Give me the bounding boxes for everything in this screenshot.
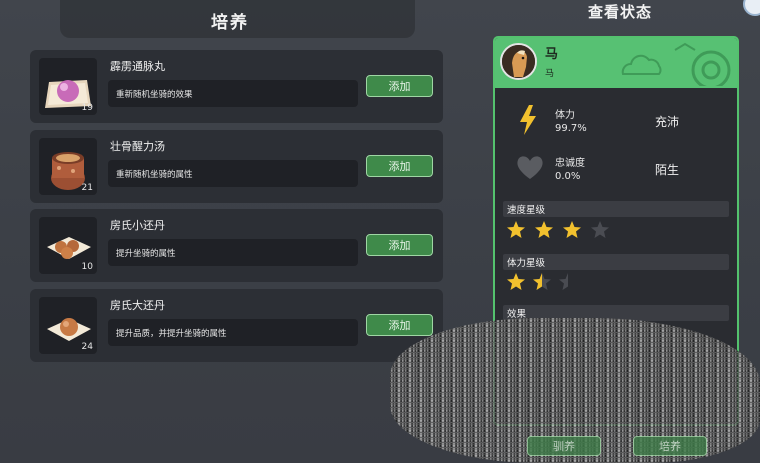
item-count: 19	[81, 103, 93, 113]
item-icon-box[interactable]: 10	[39, 217, 97, 274]
card-header: 马 马	[495, 38, 737, 88]
add-button[interactable]: 添加	[366, 155, 433, 177]
loyalty-value: 0.0%	[555, 171, 581, 182]
star-icon	[507, 221, 525, 238]
star-icon	[507, 273, 525, 290]
star-icon	[563, 221, 581, 238]
item-count: 21	[81, 183, 93, 193]
half-star-icon	[533, 273, 542, 290]
stamina-star-rating	[507, 273, 568, 290]
speed-star-rating	[507, 221, 609, 238]
item-icon-box[interactable]: 19	[39, 58, 97, 115]
stamina-stars-bar: 体力星级	[503, 254, 729, 270]
item-icon-box[interactable]: 24	[39, 297, 97, 354]
stamina-stars-label: 体力星级	[507, 258, 546, 269]
horse-type: 马	[545, 69, 555, 79]
item-desc-box: 重新随机坐骑的属性	[108, 160, 358, 187]
horse-avatar	[500, 43, 537, 80]
item-name: 房氏大还丹	[110, 299, 165, 312]
star-icon	[535, 221, 553, 238]
cloud-gear-decoration	[621, 42, 731, 86]
half-star-outline-icon	[559, 273, 568, 290]
loyalty-state: 陌生	[655, 163, 680, 177]
item-name: 霹雳通脉丸	[110, 60, 165, 73]
loyalty-label: 忠诚度	[555, 158, 585, 169]
horse-head-icon	[502, 45, 535, 78]
horse-name: 马	[545, 47, 559, 62]
speed-stars-bar: 速度星级	[503, 201, 729, 217]
item-row: 24 房氏大还丹 提升品质，并提升坐骑的属性 添加	[30, 289, 443, 362]
item-desc: 提升品质，并提升坐骑的属性	[116, 329, 227, 339]
item-desc-box: 提升坐骑的属性	[108, 239, 358, 266]
item-desc-box: 提升品质，并提升坐骑的属性	[108, 319, 358, 346]
item-name: 房氏小还丹	[110, 219, 165, 232]
item-desc: 重新随机坐骑的属性	[116, 170, 193, 180]
stamina-state: 充沛	[655, 115, 680, 129]
add-button[interactable]: 添加	[366, 314, 433, 336]
speed-stars-label: 速度星级	[507, 205, 546, 216]
item-count: 24	[81, 342, 93, 352]
item-name: 壮骨醒力汤	[110, 140, 165, 153]
cultivate-title: 培养	[211, 13, 249, 33]
stamina-value: 99.7%	[555, 123, 587, 134]
item-icon-box[interactable]: 21	[39, 138, 97, 195]
item-desc: 提升坐骑的属性	[116, 249, 176, 259]
stamina-label: 体力	[555, 110, 575, 121]
heart-icon	[517, 156, 543, 179]
cultivate-button[interactable]: 培养	[633, 436, 707, 456]
item-desc: 重新随机坐骑的效果	[116, 90, 193, 100]
item-desc-box: 重新随机坐骑的效果	[108, 80, 358, 107]
add-button[interactable]: 添加	[366, 234, 433, 256]
lightning-icon	[520, 105, 536, 135]
item-count: 10	[81, 262, 93, 272]
item-row: 19 霹雳通脉丸 重新随机坐骑的效果 添加	[30, 50, 443, 123]
half-star-outline-icon	[542, 273, 551, 290]
tame-button[interactable]: 驯养	[527, 436, 601, 456]
item-row: 10 房氏小还丹 提升坐骑的属性 添加	[30, 209, 443, 282]
star-icon	[591, 221, 609, 238]
status-title: 查看状态	[587, 3, 652, 21]
item-row: 21 壮骨醒力汤 重新随机坐骑的属性 添加	[30, 130, 443, 203]
add-button[interactable]: 添加	[366, 75, 433, 97]
